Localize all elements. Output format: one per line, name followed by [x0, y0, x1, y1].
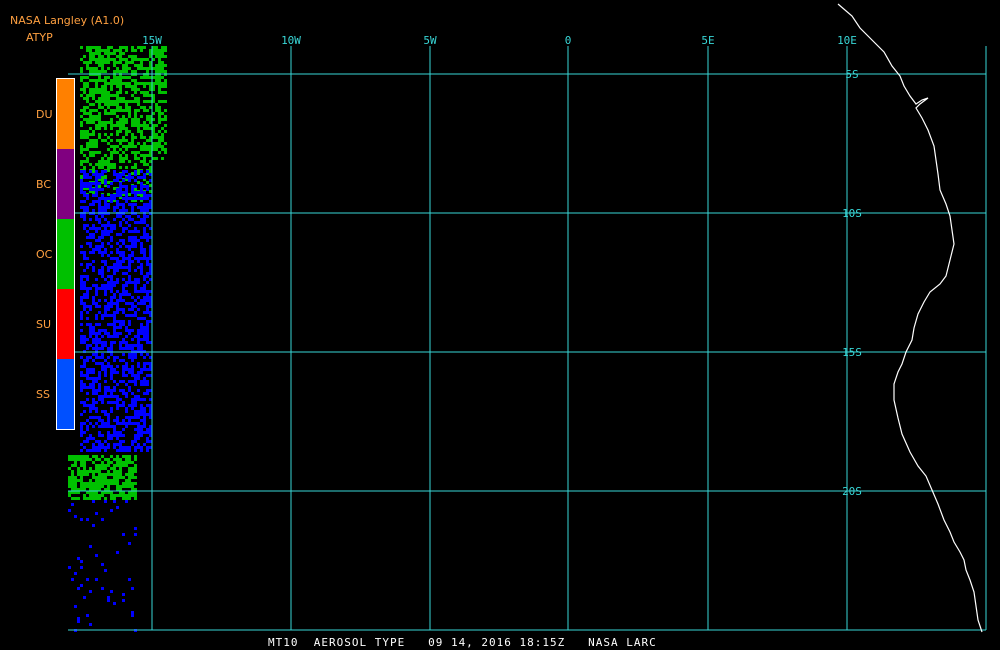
legend-swatch-su	[57, 289, 74, 359]
legend-swatch-ss	[57, 359, 74, 429]
longitude-label: 5E	[701, 34, 714, 47]
footer-caption: MT10 AEROSOL TYPE 09 14, 2016 18:15Z NAS…	[268, 636, 657, 649]
longitude-label: 5W	[423, 34, 437, 47]
latitude-label: 10S	[842, 207, 862, 220]
longitude-label: 10W	[281, 34, 301, 47]
longitude-label: 0	[565, 34, 572, 47]
latitude-label: 15S	[842, 346, 862, 359]
lat-lon-grid: 15W 10W 5W 0 5E 10E 5S 10S 15S 20S	[68, 34, 987, 631]
latitude-label: 20S	[842, 485, 862, 498]
longitude-label: 15W	[142, 34, 162, 47]
legend-label-du: DU	[36, 108, 53, 121]
legend-label-ss: SS	[36, 388, 50, 401]
legend-label-su: SU	[36, 318, 52, 331]
legend-swatch-bc	[57, 149, 74, 219]
legend-swatch-du	[57, 79, 74, 149]
aerosol-map: 15W 10W 5W 0 5E 10E 5S 10S 15S 20S	[68, 3, 987, 633]
longitude-label: 10E	[837, 34, 857, 47]
latitude-label: 5S	[845, 68, 858, 81]
legend-swatch-oc	[57, 219, 74, 289]
aerosol-type-legend	[56, 78, 75, 430]
coastline	[837, 3, 983, 633]
legend-label-bc: BC	[36, 178, 52, 191]
legend-label-oc: OC	[36, 248, 53, 261]
